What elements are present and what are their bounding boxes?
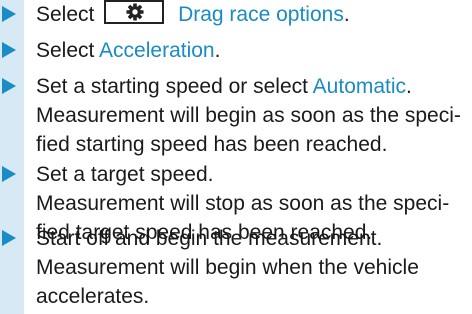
step-3-line-2: Measurement will begin as soon as the sp… — [36, 104, 461, 127]
step-1-prefix: Select — [36, 3, 95, 26]
step-5-line-2: Measurement will begin when the vehicle — [36, 256, 419, 279]
bullet-arrow-icon — [2, 6, 16, 22]
bullet-arrow-icon — [2, 42, 16, 58]
step-3-line-1: Set a starting speed or select Automatic… — [36, 72, 466, 101]
step-4-line-1: Set a target speed. — [36, 163, 214, 186]
acceleration-link[interactable]: Acceleration — [99, 39, 215, 62]
step-5-line-1: Start off and begin the measurement. — [36, 227, 383, 250]
step-3-line-3: fied starting speed has been reached. — [36, 133, 388, 156]
step-1-suffix: . — [343, 3, 350, 26]
drag-race-options-link[interactable]: Drag race options — [178, 3, 344, 26]
gear-icon — [126, 3, 144, 21]
bullet-arrow-icon — [2, 78, 16, 94]
bullet-arrow-icon — [2, 166, 16, 182]
automatic-link[interactable]: Automatic — [313, 75, 406, 98]
step-3-prefix: Set a starting speed or select — [36, 75, 313, 98]
step-2-suffix: . — [214, 39, 221, 62]
step-4-line-2: Measurement will stop as soon as the spe… — [36, 192, 450, 215]
step-1-line-1: Select Drag race options. — [36, 0, 466, 29]
step-5-line-3: accelerates. — [36, 285, 150, 308]
step-2-line-1: Select Acceleration. — [36, 36, 466, 65]
settings-button-glyph — [104, 0, 165, 24]
step-2-prefix: Select — [36, 39, 100, 62]
bullet-arrow-icon — [2, 230, 16, 246]
step-3-suffix: . — [406, 75, 412, 98]
